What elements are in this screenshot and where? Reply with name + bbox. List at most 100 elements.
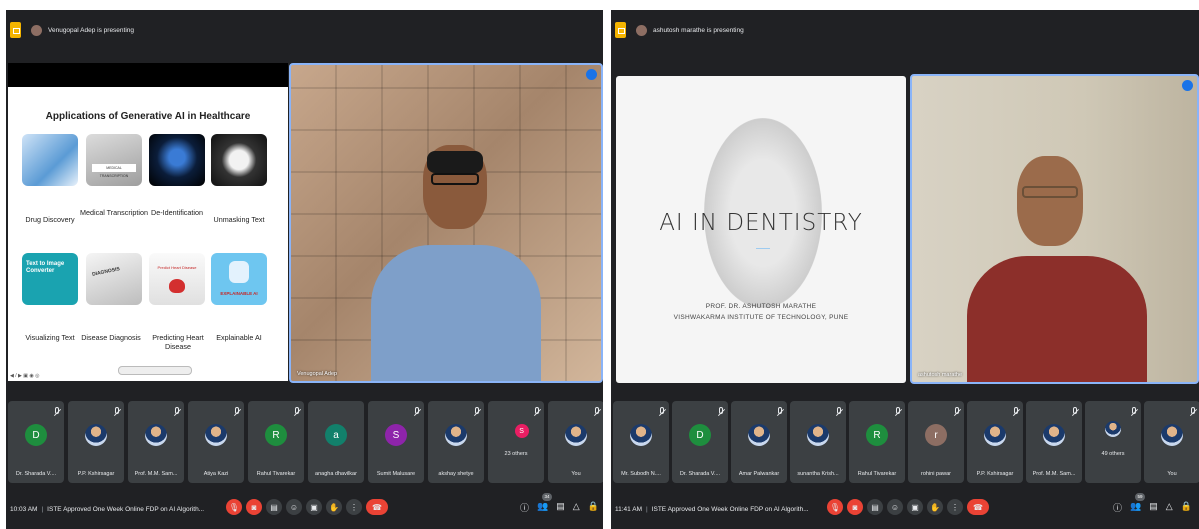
chat-icon[interactable]: ▤: [1149, 501, 1158, 514]
activities-icon[interactable]: △: [573, 501, 580, 514]
avatar: R: [265, 424, 287, 446]
tile-caption: Unmasking Text: [213, 215, 265, 224]
participant-tile[interactable]: a anagha dhavilkar: [308, 401, 364, 483]
present-button[interactable]: ▣: [907, 499, 923, 515]
mic-off-icon: [55, 407, 59, 414]
participant-tile[interactable]: P.P. Kshirsagar: [967, 401, 1023, 483]
more-options-button[interactable]: ⋮: [947, 499, 963, 515]
raise-hand-button[interactable]: ✋: [326, 499, 342, 515]
more-options-icon[interactable]: [1182, 80, 1193, 91]
mic-off-icon: [837, 407, 841, 414]
mic-off-icon: [1132, 407, 1136, 414]
participant-tile[interactable]: R Rahul Tivarekar: [248, 401, 304, 483]
mic-toggle-button[interactable]: 🎙: [226, 499, 242, 515]
mic-toggle-button[interactable]: 🎙: [827, 499, 843, 515]
captions-button[interactable]: ▤: [266, 499, 282, 515]
transcription-sign: MEDICAL TRANSCRIPTION: [92, 164, 136, 178]
others-tile[interactable]: 49 others: [1085, 401, 1141, 483]
host-controls-icon[interactable]: 🔒: [1181, 501, 1192, 514]
participant-name: sunantha Krish...: [797, 471, 839, 477]
hair: [427, 151, 483, 173]
side-controls: ⓘ 👥 ▤ △ 🔒: [1113, 501, 1192, 514]
host-controls-icon[interactable]: 🔒: [588, 501, 599, 514]
more-options-icon[interactable]: [586, 69, 597, 80]
heart-disease-image: Predict Heart Disease: [149, 253, 205, 305]
mic-off-icon: [115, 407, 119, 414]
participant-tile[interactable]: r rohini pawar: [908, 401, 964, 483]
participant-tile[interactable]: Prof. M.M. Sam...: [128, 401, 184, 483]
glasses: [1022, 186, 1078, 198]
mic-off-icon: [295, 407, 299, 414]
slide-institute: VISHWAKARMA INSTITUTE OF TECHNOLOGY, PUN…: [673, 314, 849, 321]
bottom-bar: 10:03 AM | ISTE Approved One Week Online…: [6, 489, 603, 529]
participant-tile[interactable]: Atiya Kazi: [188, 401, 244, 483]
participant-name: Atiya Kazi: [203, 471, 229, 477]
clock: 11:41 AM: [615, 505, 642, 513]
slide-toolbar[interactable]: [118, 366, 192, 375]
self-tile[interactable]: You: [548, 401, 603, 483]
glasses: [431, 173, 479, 185]
slide-title: AI IN DENTISTRY: [659, 210, 863, 236]
slide-top-strip: [8, 63, 288, 87]
participant-tile[interactable]: R Rahul Tivarekar: [849, 401, 905, 483]
tile-caption: Disease Diagnosis: [81, 333, 141, 342]
meeting-title: ISTE Approved One Week Online FDP on AI …: [651, 505, 809, 513]
slides-icon: [615, 22, 626, 38]
more-options-button[interactable]: ⋮: [346, 499, 362, 515]
disease-diagnosis-image: DIAGNOSIS: [86, 253, 142, 305]
participant-strip: D Dr. Sharada V.... P.P. Kshirsagar Prof.…: [6, 401, 603, 485]
avatar: D: [25, 424, 47, 446]
chat-icon[interactable]: ▤: [556, 501, 565, 514]
participant-tile[interactable]: akshay shetye: [428, 401, 484, 483]
end-call-button[interactable]: ☎: [967, 499, 989, 515]
slide-nav-icons[interactable]: ◀ / ▶ ▣ ◉ ◎: [10, 373, 39, 379]
shirt: [371, 245, 541, 381]
avatar: [748, 424, 770, 446]
others-tile[interactable]: S 23 others: [488, 401, 544, 483]
mic-off-icon: [660, 407, 664, 414]
presentation-slide: Applications of Generative AI in Healthc…: [8, 63, 288, 381]
mic-off-icon: [535, 407, 539, 414]
participant-tile[interactable]: Mr. Subodh N....: [613, 401, 669, 483]
emoji-button[interactable]: ☺: [887, 499, 903, 515]
emoji-button[interactable]: ☺: [286, 499, 302, 515]
participant-name: Rahul Tivarekar: [857, 471, 897, 477]
avatar: [1161, 424, 1183, 446]
participant-tile[interactable]: P.P. Kshirsagar: [68, 401, 124, 483]
mic-off-icon: [719, 407, 723, 414]
info-icon[interactable]: ⓘ: [520, 501, 529, 514]
raise-hand-button[interactable]: ✋: [927, 499, 943, 515]
camera-toggle-button[interactable]: ◙: [246, 499, 262, 515]
camera-toggle-button[interactable]: ◙: [847, 499, 863, 515]
participant-name: You: [571, 471, 581, 477]
mic-off-icon: [475, 407, 479, 414]
participant-name: You: [1167, 471, 1177, 477]
captions-button[interactable]: ▤: [867, 499, 883, 515]
participant-tile[interactable]: Amar Palwankar: [731, 401, 787, 483]
activities-icon[interactable]: △: [1166, 501, 1173, 514]
present-button[interactable]: ▣: [306, 499, 322, 515]
clock: 10:03 AM: [10, 505, 38, 513]
presenter-avatar: [636, 24, 647, 36]
participant-tile[interactable]: sunantha Krish...: [790, 401, 846, 483]
slide-title: Applications of Generative AI in Healthc…: [45, 111, 251, 122]
end-call-button[interactable]: ☎: [366, 499, 388, 515]
people-icon[interactable]: 👥: [1130, 501, 1141, 514]
info-icon[interactable]: ⓘ: [1113, 501, 1122, 514]
converter-text: Text to Image Converter: [26, 261, 65, 275]
participant-tile[interactable]: D Dr. Sharada V....: [672, 401, 728, 483]
presentation-slide: AI IN DENTISTRY PROF. DR. ASHUTOSH MARAT…: [616, 76, 906, 383]
camera-name-label: Venugopal Adep: [297, 371, 338, 377]
self-tile[interactable]: You: [1144, 401, 1199, 483]
participant-tile[interactable]: Prof. M.M. Sam...: [1026, 401, 1082, 483]
participant-name: Amar Palwankar: [738, 471, 780, 477]
participant-tile[interactable]: D Dr. Sharada V....: [8, 401, 64, 483]
diagnosis-word: DIAGNOSIS: [91, 266, 121, 278]
avatar: [984, 424, 1006, 446]
participant-tile[interactable]: S Sumit Malusare: [368, 401, 424, 483]
presenting-label: Venugopal Adep is presenting: [48, 26, 135, 34]
participant-name: Rahul Tivarekar: [256, 471, 296, 477]
call-controls: 🎙 ◙ ▤ ☺ ▣ ✋ ⋮ ☎: [827, 499, 989, 515]
presenter-avatar: [31, 24, 42, 36]
people-icon[interactable]: 👥: [537, 501, 548, 514]
